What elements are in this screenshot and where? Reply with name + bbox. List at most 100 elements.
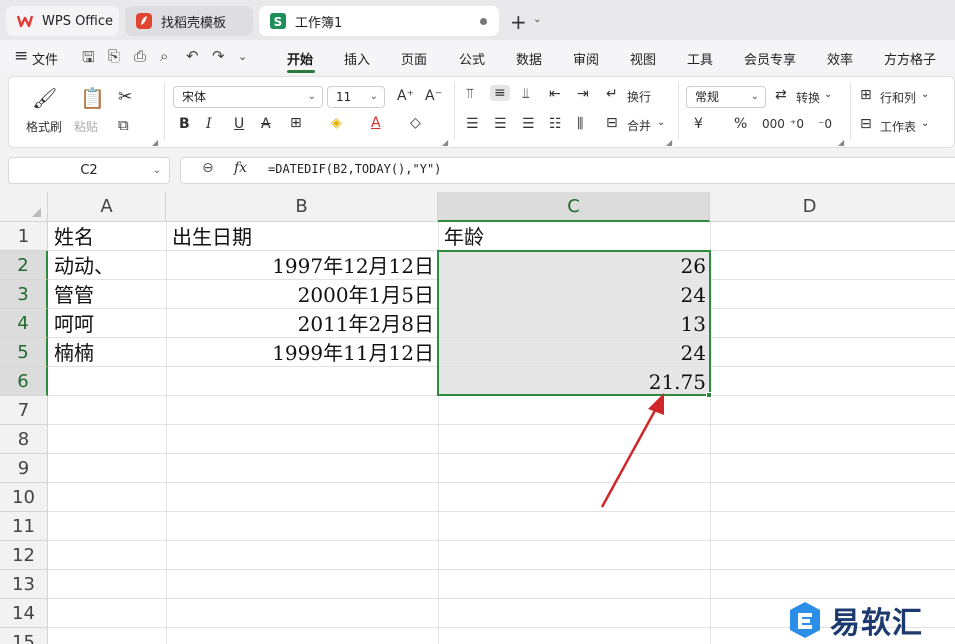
menu-member[interactable]: 会员专享	[744, 49, 796, 68]
tab-wps-office[interactable]: WPS Office	[6, 6, 119, 36]
tab-template[interactable]: 找稻壳模板	[125, 6, 253, 36]
distribute-icon[interactable]: ⫼	[577, 116, 583, 132]
menu-tools[interactable]: 工具	[687, 49, 713, 68]
justify-icon[interactable]: ☷	[549, 116, 562, 132]
menu-formula[interactable]: 公式	[459, 49, 485, 68]
spreadsheet-grid[interactable]: A B C D 姓名 出生日期 年龄 动动、 1997年12月12日 2 6 管管…	[0, 192, 955, 644]
hamburger-icon[interactable]: ≡	[14, 46, 28, 66]
menu-page[interactable]: 页面	[401, 49, 427, 68]
column-header-a[interactable]: A	[48, 192, 166, 222]
chevron-down-icon[interactable]: ⌄	[921, 118, 929, 129]
row-header-6[interactable]: 6	[0, 367, 48, 396]
print-preview-icon[interactable]: ⌕	[160, 47, 168, 65]
merge-label[interactable]: 合并	[627, 117, 651, 134]
name-box[interactable]: C2 ⌄	[8, 157, 170, 184]
print-icon[interactable]: ⎙	[134, 47, 146, 65]
menu-file[interactable]: 文件	[32, 49, 58, 68]
export-icon[interactable]: ⎘	[108, 47, 120, 65]
chevron-down-icon[interactable]: ⌄	[824, 89, 832, 100]
row-header-4[interactable]: 4	[0, 309, 48, 338]
font-color-icon[interactable]: A	[371, 115, 381, 131]
menu-data[interactable]: 数据	[516, 49, 542, 68]
percent-icon[interactable]: %	[734, 116, 747, 132]
row-col-label[interactable]: 行和列	[880, 89, 916, 106]
column-header-c[interactable]: C	[438, 192, 710, 222]
chevron-down-icon[interactable]: ⌄	[533, 14, 541, 25]
cell-b5[interactable]: 1999年11月12日	[166, 338, 438, 367]
row-header-1[interactable]: 1	[0, 222, 48, 251]
chevron-down-icon[interactable]: ⌄	[153, 158, 161, 183]
font-launcher-icon[interactable]: ◢	[442, 138, 448, 147]
row-header-10[interactable]: 10	[0, 483, 48, 512]
font-size-select[interactable]: 11 ⌄	[327, 86, 385, 108]
cell-b2[interactable]: 1997年12月12日	[166, 251, 438, 280]
convert-icon[interactable]: ⇄	[775, 87, 787, 103]
number-format-select[interactable]: 常规 ⌄	[686, 86, 766, 108]
worksheet-label[interactable]: 工作表	[880, 118, 916, 135]
save-icon[interactable]: 🖫	[82, 47, 95, 72]
cell-a3[interactable]: 管管	[48, 280, 166, 309]
border-icon[interactable]: ⊞	[290, 115, 302, 131]
redo-icon[interactable]: ↷	[212, 47, 225, 65]
row-header-14[interactable]: 14	[0, 599, 48, 628]
clear-format-icon[interactable]: ◇	[410, 115, 421, 131]
row-header-9[interactable]: 9	[0, 454, 48, 483]
align-middle-icon[interactable]: ≡	[490, 85, 510, 101]
cut-icon[interactable]: ✂	[118, 87, 132, 107]
row-header-7[interactable]: 7	[0, 396, 48, 425]
decrease-decimal-icon[interactable]: ⁻0	[818, 117, 832, 131]
row-header-3[interactable]: 3	[0, 280, 48, 309]
row-col-icon[interactable]: ⊞	[860, 87, 872, 103]
menu-review[interactable]: 审阅	[573, 49, 599, 68]
tab-workbook[interactable]: S 工作簿1	[259, 6, 499, 36]
menu-view[interactable]: 视图	[630, 49, 656, 68]
convert-label[interactable]: 转换	[796, 89, 820, 106]
cell-a4[interactable]: 呵呵	[48, 309, 166, 338]
align-bottom-icon[interactable]: ⫫	[522, 86, 530, 102]
add-tab-icon[interactable]: +	[510, 10, 527, 34]
unsaved-dot-icon[interactable]	[480, 18, 487, 25]
row-header-12[interactable]: 12	[0, 541, 48, 570]
chevron-down-icon[interactable]: ⌄	[921, 89, 929, 100]
row-header-8[interactable]: 8	[0, 425, 48, 454]
cell-a5[interactable]: 楠楠	[48, 338, 166, 367]
decrease-indent-icon[interactable]: ⇤	[549, 86, 561, 102]
format-painter-label[interactable]: 格式刷	[26, 118, 62, 135]
align-right-icon[interactable]: ☰	[522, 116, 535, 132]
row-header-11[interactable]: 11	[0, 512, 48, 541]
wrap-text-icon[interactable]: ↵	[606, 86, 618, 102]
strikethrough-icon[interactable]: A	[261, 116, 271, 132]
menu-home[interactable]: 开始	[287, 49, 313, 68]
worksheet-icon[interactable]: ⊟	[860, 116, 872, 132]
row-header-2[interactable]: 2	[0, 251, 48, 280]
decrease-font-icon[interactable]: A⁻	[425, 88, 442, 104]
underline-icon[interactable]: U	[234, 116, 244, 132]
chevron-down-icon[interactable]: ⌄	[657, 117, 665, 128]
cell-a2[interactable]: 动动、	[48, 251, 166, 280]
increase-decimal-icon[interactable]: ⁺0	[790, 117, 804, 131]
cell-b1[interactable]: 出生日期	[166, 222, 438, 251]
alignment-launcher-icon[interactable]: ◢	[666, 138, 672, 147]
increase-indent-icon[interactable]: ⇥	[577, 86, 589, 102]
zoom-icon[interactable]: ⊖	[202, 160, 214, 176]
menu-insert[interactable]: 插入	[344, 49, 370, 68]
font-name-select[interactable]: 宋体 ⌄	[173, 86, 323, 108]
format-painter-icon[interactable]: 🖌	[32, 86, 57, 110]
copy-icon[interactable]: ⧉	[118, 116, 129, 134]
cell-b3[interactable]: 2000年1月5日	[166, 280, 438, 309]
merge-cells-icon[interactable]: ⊟	[606, 115, 618, 131]
cell-c1[interactable]: 年龄	[438, 222, 710, 251]
align-left-icon[interactable]: ☰	[466, 116, 479, 132]
menu-efficiency[interactable]: 效率	[827, 49, 853, 68]
fill-handle[interactable]	[706, 392, 712, 398]
cell-a1[interactable]: 姓名	[48, 222, 166, 251]
menu-fangfang[interactable]: 方方格子	[884, 49, 936, 68]
currency-icon[interactable]: ¥	[694, 116, 703, 132]
fx-icon[interactable]: fx	[234, 160, 247, 176]
more-chevron-icon[interactable]: ⌄	[238, 50, 247, 63]
italic-icon[interactable]: I	[206, 116, 212, 132]
row-header-13[interactable]: 13	[0, 570, 48, 599]
fill-color-icon[interactable]: ◈	[331, 115, 342, 131]
cell-b4[interactable]: 2011年2月8日	[166, 309, 438, 338]
column-header-d[interactable]: D	[710, 192, 955, 222]
